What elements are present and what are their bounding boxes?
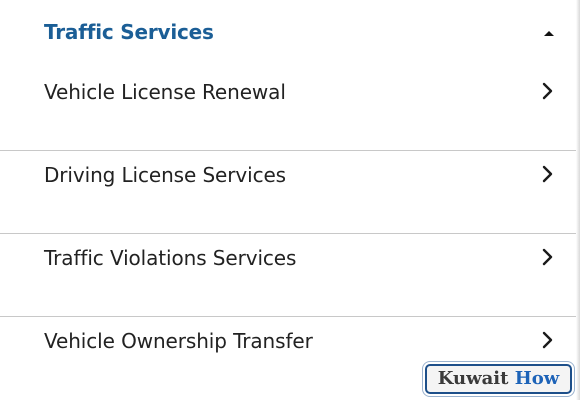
chevron-right-icon	[542, 248, 553, 266]
menu-item-driving-license-services[interactable]: Driving License Services	[0, 151, 578, 233]
section-title: Traffic Services	[44, 20, 214, 44]
watermark-logo: Kuwait How	[425, 364, 572, 394]
watermark-word-kuwait: Kuwait	[437, 368, 509, 389]
chevron-right-icon	[542, 82, 553, 100]
menu-item-vehicle-license-renewal[interactable]: Vehicle License Renewal	[0, 68, 578, 150]
chevron-right-icon	[542, 165, 553, 183]
menu-item-label: Driving License Services	[44, 163, 286, 187]
menu-item-label: Vehicle License Renewal	[44, 80, 286, 104]
menu-item-label: Vehicle Ownership Transfer	[44, 329, 313, 353]
traffic-services-panel: Traffic Services Vehicle License Renewal…	[0, 0, 580, 400]
menu-item-traffic-violations-services[interactable]: Traffic Violations Services	[0, 234, 578, 316]
section-header[interactable]: Traffic Services	[0, 0, 580, 68]
scroll-edge	[576, 0, 580, 400]
chevron-right-icon	[542, 331, 553, 349]
caret-up-icon[interactable]	[540, 25, 558, 43]
menu-item-label: Traffic Violations Services	[44, 246, 297, 270]
watermark-word-how: How	[514, 368, 560, 389]
